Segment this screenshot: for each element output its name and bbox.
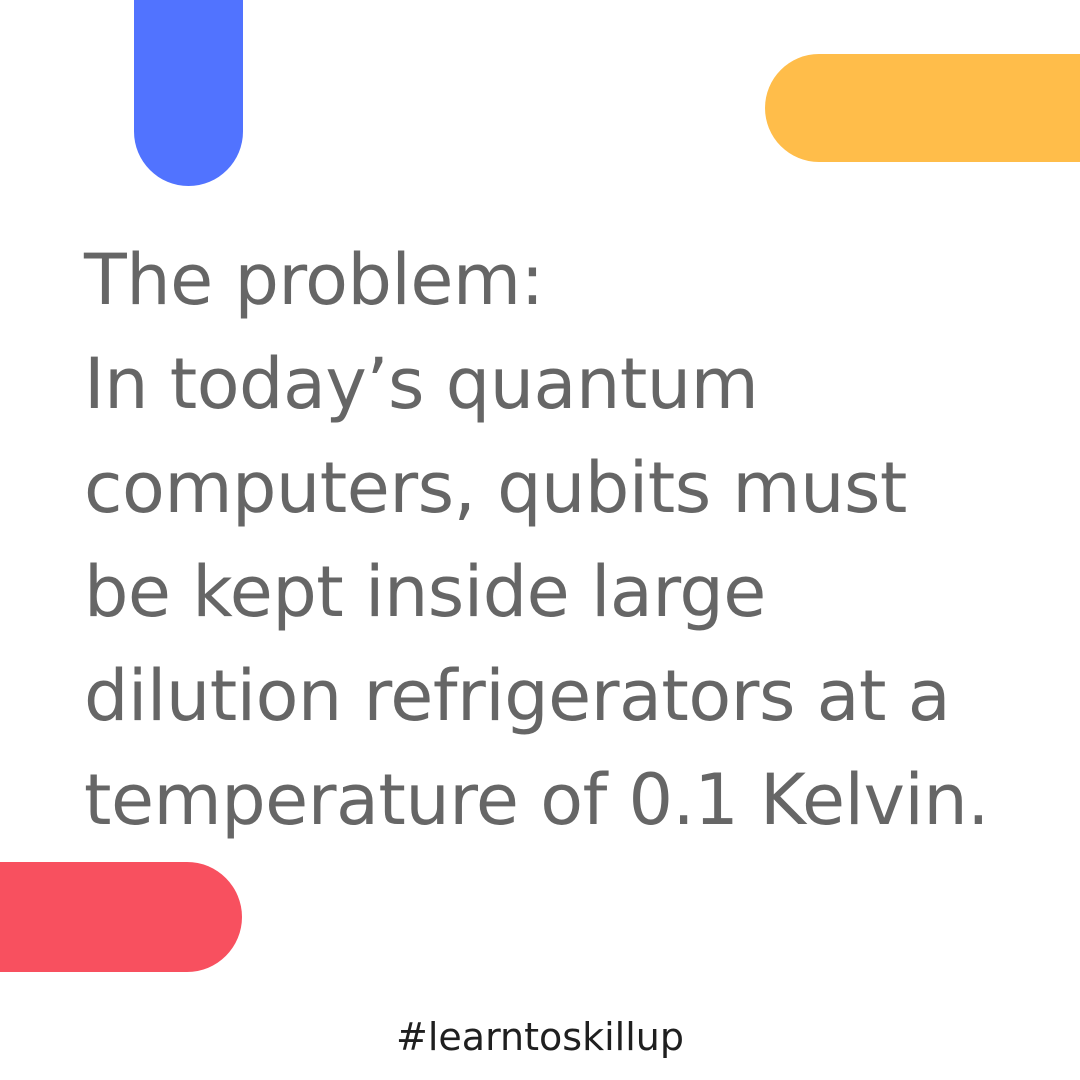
main-text-block: The problem: In today’s quantum computer… <box>84 228 1044 852</box>
body-line-3: be kept inside large <box>84 551 766 633</box>
body-line-2: computers, qubits must <box>84 447 907 529</box>
problem-heading: The problem: <box>84 239 544 321</box>
body-line-4: dilution refrigerators at a <box>84 655 951 737</box>
decorative-blue-bar <box>134 0 243 186</box>
hashtag-label: #learntoskillup <box>396 1015 684 1059</box>
decorative-yellow-bar <box>765 54 1080 162</box>
decorative-red-bar <box>0 862 242 972</box>
body-line-1: In today’s quantum <box>84 343 759 425</box>
body-line-5: temperature of 0.1 Kelvin. <box>84 759 989 841</box>
